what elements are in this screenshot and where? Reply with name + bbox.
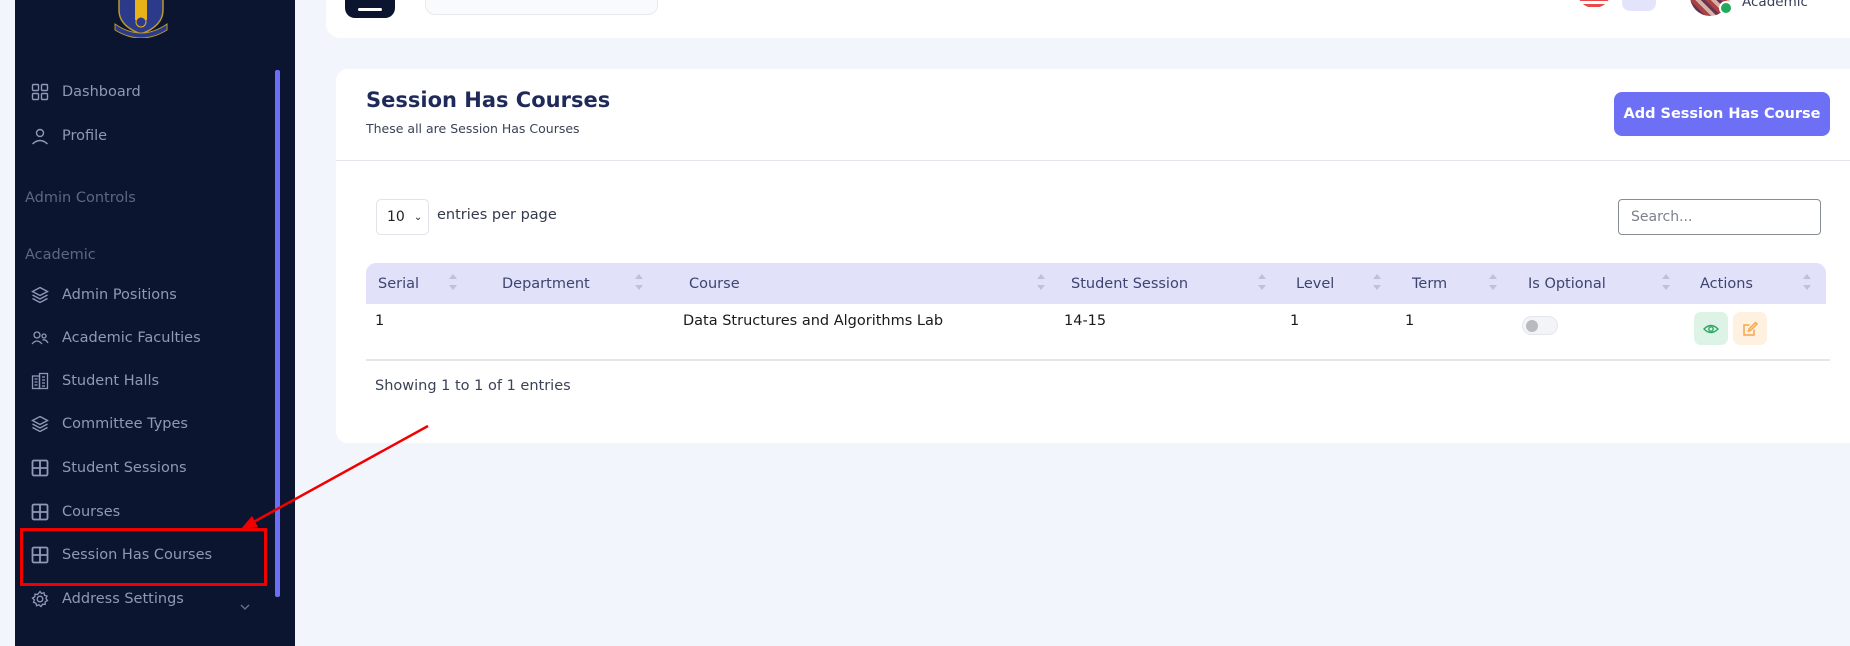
edit-icon [1743, 320, 1758, 336]
entries-per-page-select[interactable]: 10 ⌄ [376, 199, 429, 235]
user-icon [30, 126, 50, 146]
cell-serial: 1 [375, 313, 385, 329]
cell-course: Data Structures and Algorithms Lab [683, 313, 944, 329]
column-header-is-optional[interactable]: Is Optional [1528, 263, 1606, 304]
page-title: Session Has Courses [366, 88, 611, 112]
sort-icon[interactable] [1036, 271, 1046, 295]
sidebar-item-admin-positions[interactable]: Admin Positions [30, 280, 177, 310]
sort-icon[interactable] [448, 271, 458, 295]
column-label: Student Session [1071, 275, 1189, 292]
sort-icon[interactable] [1257, 271, 1267, 295]
column-label: Is Optional [1528, 275, 1606, 292]
online-status-dot [1719, 1, 1733, 15]
sidebar-item-academic-faculties[interactable]: Academic Faculties [30, 323, 201, 353]
column-label: Term [1412, 275, 1448, 292]
column-label: Course [689, 275, 740, 292]
user-role: Academic [1742, 0, 1808, 10]
edit-button[interactable] [1733, 312, 1767, 345]
chevron-down-icon: ⌄ [413, 211, 423, 223]
divider [336, 160, 1850, 161]
university-crest-icon [114, 0, 168, 38]
sort-icon[interactable] [1661, 271, 1671, 295]
menu-toggle-button[interactable] [345, 0, 395, 18]
add-session-has-course-button[interactable]: Add Session Has Course [1614, 92, 1830, 136]
sidebar-item-address-settings[interactable]: Address Settings [30, 584, 184, 614]
sidebar-item-dashboard[interactable]: Dashboard [30, 77, 141, 107]
section-admin-controls: Admin Controls [25, 190, 136, 206]
column-header-term[interactable]: Term [1412, 263, 1447, 304]
notification-button[interactable] [1622, 0, 1656, 11]
sort-icon[interactable] [1488, 271, 1498, 295]
sidebar-item-label: Profile [62, 128, 108, 144]
sidebar-scrollbar[interactable] [275, 70, 280, 597]
sidebar-item-label: Dashboard [62, 84, 141, 100]
sidebar-item-courses[interactable]: Courses [30, 497, 120, 527]
row-divider [366, 359, 1830, 361]
grid-icon [30, 82, 50, 102]
entries-label: entries per page [437, 207, 557, 223]
column-label: Level [1296, 275, 1335, 292]
column-header-student-session[interactable]: Student Session [1071, 263, 1188, 304]
column-header-level[interactable]: Level [1296, 263, 1334, 304]
section-academic: Academic [25, 247, 96, 263]
layers-icon [30, 285, 50, 305]
gear-icon [30, 589, 50, 609]
sidebar-item-label: Committee Types [62, 416, 188, 432]
table-icon [30, 458, 50, 478]
sidebar-item-committee-types[interactable]: Committee Types [30, 409, 188, 439]
sidebar-item-label: Courses [62, 504, 121, 520]
sort-icon[interactable] [1802, 271, 1812, 295]
table-header: Serial Department Course Student Session… [366, 263, 1826, 304]
layers-icon [30, 414, 50, 434]
page-subtitle: These all are Session Has Courses [366, 121, 580, 136]
annotation-highlight-box [20, 528, 267, 586]
column-label: Actions [1700, 275, 1753, 292]
column-header-course[interactable]: Course [689, 263, 740, 304]
table-search-input[interactable] [1618, 199, 1821, 235]
chevron-down-icon[interactable] [238, 600, 252, 614]
users-icon [30, 328, 50, 348]
cell-student-session: 14-15 [1064, 313, 1107, 329]
sort-icon[interactable] [634, 271, 644, 295]
sidebar-item-label: Academic Faculties [62, 330, 201, 346]
sidebar-item-student-halls[interactable]: Student Halls [30, 366, 159, 396]
sidebar-item-label: Address Settings [62, 591, 184, 607]
eye-icon [1703, 324, 1719, 333]
column-label: Serial [378, 275, 420, 292]
column-label: Department [502, 275, 590, 292]
column-header-department[interactable]: Department [502, 263, 590, 304]
global-search-input[interactable] [425, 0, 658, 15]
column-header-actions[interactable]: Actions [1700, 263, 1753, 304]
column-header-serial[interactable]: Serial [378, 263, 419, 304]
sidebar-item-label: Student Halls [62, 373, 160, 389]
sidebar-item-student-sessions[interactable]: Student Sessions [30, 453, 187, 483]
entries-value: 10 [387, 209, 405, 225]
sort-icon[interactable] [1372, 271, 1382, 295]
cell-term: 1 [1405, 313, 1415, 329]
sidebar-item-label: Student Sessions [62, 460, 187, 476]
building-icon [30, 371, 50, 391]
table-icon [30, 502, 50, 522]
view-button[interactable] [1694, 312, 1728, 345]
is-optional-toggle[interactable] [1522, 316, 1558, 335]
hamburger-icon [358, 8, 382, 11]
sidebar-item-profile[interactable]: Profile [30, 121, 107, 151]
sidebar-item-label: Admin Positions [62, 287, 177, 303]
cell-level: 1 [1290, 313, 1300, 329]
pagination-info: Showing 1 to 1 of 1 entries [375, 378, 571, 394]
